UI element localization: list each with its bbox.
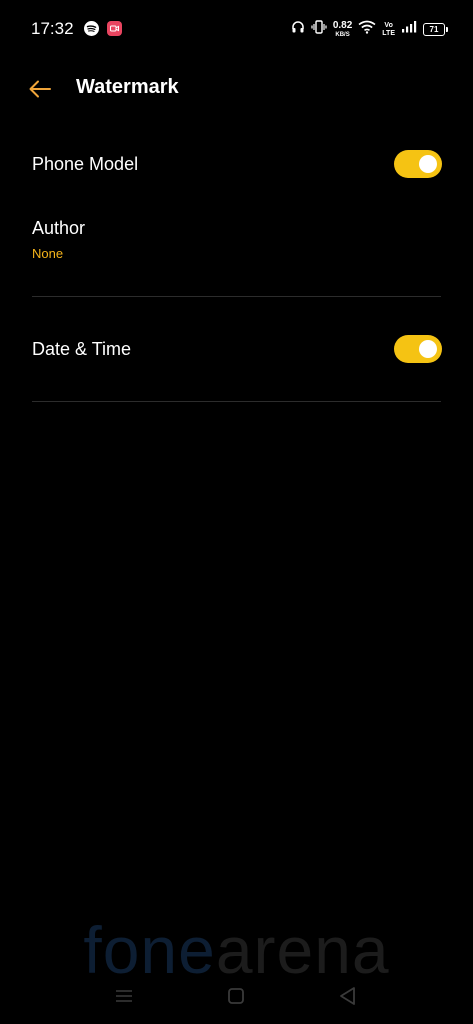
setting-row-author[interactable]: Author None: [0, 208, 473, 278]
network-speed: 0.82 KB/S: [332, 19, 353, 38]
status-right-icons: 0.82 KB/S Vo LTE 71: [291, 18, 448, 40]
divider: [32, 296, 441, 297]
home-icon[interactable]: [224, 985, 248, 1007]
volte-top: Vo: [384, 21, 393, 29]
date-time-toggle[interactable]: [394, 335, 442, 363]
back-triangle-icon[interactable]: [336, 984, 360, 1008]
divider: [32, 401, 441, 402]
volte-bottom: LTE: [382, 29, 395, 37]
setting-row-phone-model[interactable]: Phone Model: [0, 140, 473, 190]
fonearena-watermark: fonearena: [0, 917, 473, 983]
toggle-knob: [419, 340, 437, 358]
network-speed-unit: KB/S: [335, 31, 350, 38]
menu-icon[interactable]: [112, 985, 136, 1007]
signal-icon: [401, 20, 417, 38]
date-time-label: Date & Time: [32, 339, 132, 359]
navigation-bar: [0, 976, 473, 1016]
spotify-icon: [84, 21, 99, 36]
battery-icon: 71: [423, 22, 448, 36]
author-label: Author: [32, 218, 86, 238]
back-button[interactable]: [22, 72, 58, 106]
volte-indicator: Vo LTE: [382, 22, 395, 37]
page-title: Watermark: [76, 76, 179, 98]
author-value: None: [32, 246, 64, 261]
setting-row-date-time[interactable]: Date & Time: [0, 324, 473, 374]
phone-model-toggle[interactable]: [394, 150, 442, 178]
headphones-icon: [291, 20, 305, 39]
status-bar: 17:32 0.82 KB/S Vo LTE 71: [0, 0, 473, 58]
wifi-icon: [358, 20, 376, 39]
phone-model-label: Phone Model: [32, 154, 139, 174]
vibrate-icon: [311, 19, 327, 39]
screen-recorder-icon: [107, 21, 122, 36]
status-time: 17:32: [31, 19, 74, 38]
arrow-left-icon: [29, 80, 51, 98]
toggle-knob: [419, 155, 437, 173]
network-speed-value: 0.82: [332, 19, 353, 31]
